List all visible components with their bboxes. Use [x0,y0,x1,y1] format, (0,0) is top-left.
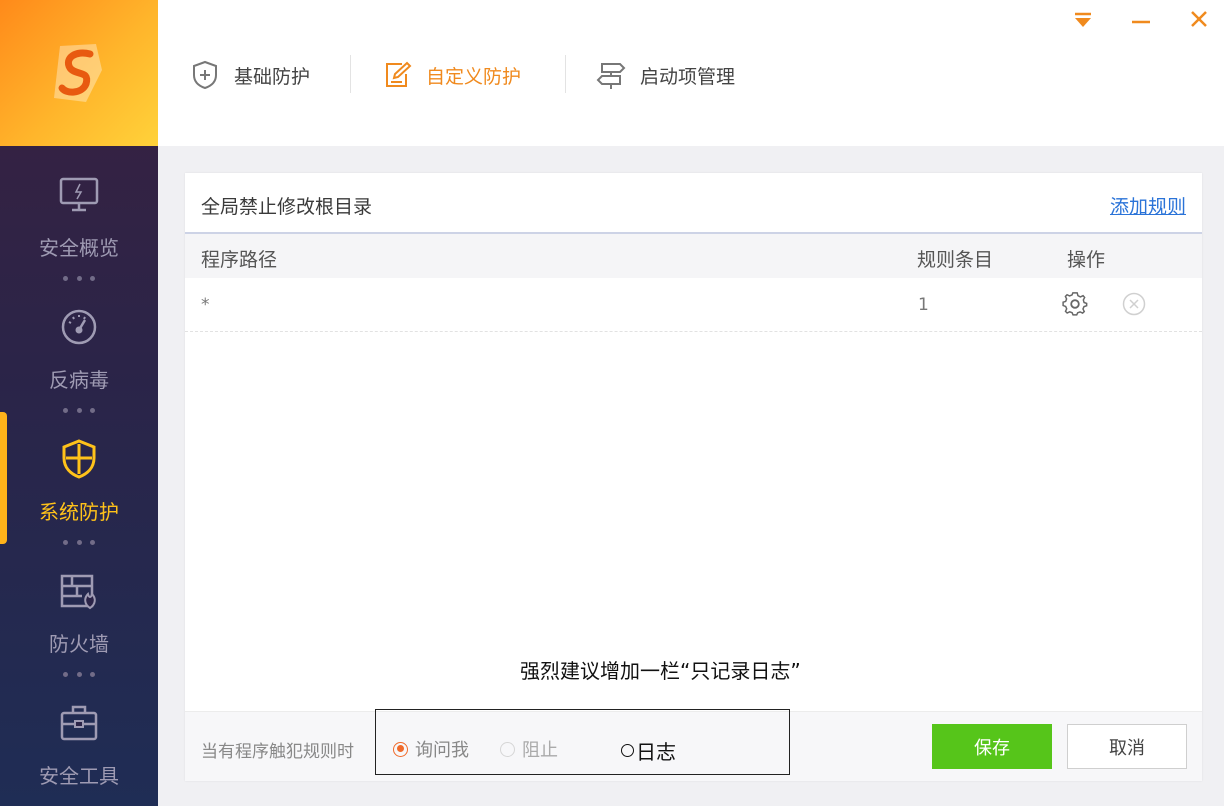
monitor-icon [59,177,99,212]
tab-divider [565,55,566,93]
tab-label: 启动项管理 [640,65,736,88]
radio-dot [393,741,408,757]
tab-label: 自定义防护 [426,65,522,88]
top-bar: 基础防护 自定义防护 启动项管理 [158,0,1224,146]
table-header: 程序路径 规则条目 操作 [185,234,1202,278]
tab-startup-management[interactable]: 启动项管理 [596,58,735,92]
close-icon[interactable] [1184,6,1214,34]
radio-label: 阻止 [522,740,558,761]
delete-rule-icon[interactable] [1122,292,1146,316]
tab-basic-protection[interactable]: 基础防护 [190,58,310,92]
save-button[interactable]: 保存 [932,724,1052,769]
separator-dots [63,408,95,414]
tab-divider [350,55,351,93]
radio-dot [500,741,515,757]
sidebar-item-label: 安全工具 [39,764,119,788]
cancel-button[interactable]: 取消 [1067,724,1187,769]
sidebar-item-system-protection[interactable]: 系统防护 [0,424,158,534]
sidebar-item-security-tools[interactable]: 安全工具 [0,688,158,798]
sidebar-item-label: 安全概览 [39,236,119,260]
tab-custom-protection[interactable]: 自定义防护 [382,58,521,92]
radio-label: 日志 [636,740,676,764]
radio-label: 询问我 [415,740,469,761]
signpost-icon [596,63,626,89]
radio-ask-me[interactable]: 询问我 [393,736,469,762]
sidebar-item-label: 反病毒 [49,368,109,392]
annotation-note: 强烈建议增加一栏“只记录日志” [520,659,801,683]
app-logo [0,0,158,146]
panel-title: 全局禁止修改根目录 [201,196,373,218]
add-rule-link[interactable]: 添加规则 [1110,192,1186,219]
toolbox-icon [60,705,98,741]
sidebar-item-antivirus[interactable]: 反病毒 [0,292,158,402]
logo-icon [54,44,102,102]
sidebar: 安全概览 反病毒 系统防护 防火墙 安全工具 [0,0,158,806]
settings-gear-icon[interactable] [1062,291,1088,317]
radio-log[interactable]: 日志 [621,736,676,765]
sidebar-item-overview[interactable]: 安全概览 [0,160,158,270]
table-row[interactable]: * 1 [185,278,1202,332]
menu-dropdown-icon[interactable] [1068,6,1098,34]
tab-label: 基础防护 [234,65,311,88]
column-header-path: 程序路径 [201,249,278,271]
rule-panel: 全局禁止修改根目录 添加规则 程序路径 规则条目 操作 * 1 [185,173,1202,781]
minimize-icon[interactable] [1126,6,1156,34]
radio-dot [621,744,634,757]
cell-count: 1 [918,295,929,315]
edit-icon [386,61,412,87]
column-header-count: 规则条目 [917,249,994,271]
radio-block[interactable]: 阻止 [500,736,558,762]
shield-plus-icon [193,60,217,90]
sidebar-item-firewall[interactable]: 防火墙 [0,556,158,666]
separator-dots [63,540,95,546]
sidebar-item-label: 防火墙 [49,632,109,656]
shield-icon [62,439,96,479]
trigger-label: 当有程序触犯规则时 [201,742,354,762]
firewall-icon [60,574,96,610]
sidebar-item-label: 系统防护 [39,500,119,524]
gauge-icon [61,309,97,345]
cell-path: * [201,295,210,315]
column-header-action: 操作 [1067,249,1106,271]
separator-dots [63,276,95,282]
separator-dots [63,672,95,678]
